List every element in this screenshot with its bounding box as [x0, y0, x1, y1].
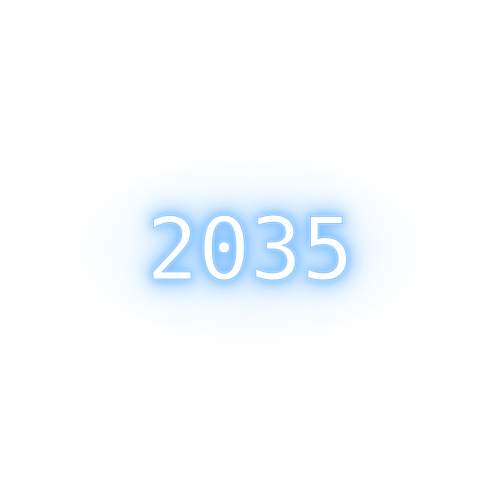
- neon-year-text: 2035: [146, 200, 354, 300]
- neon-canvas: 2035: [0, 0, 500, 500]
